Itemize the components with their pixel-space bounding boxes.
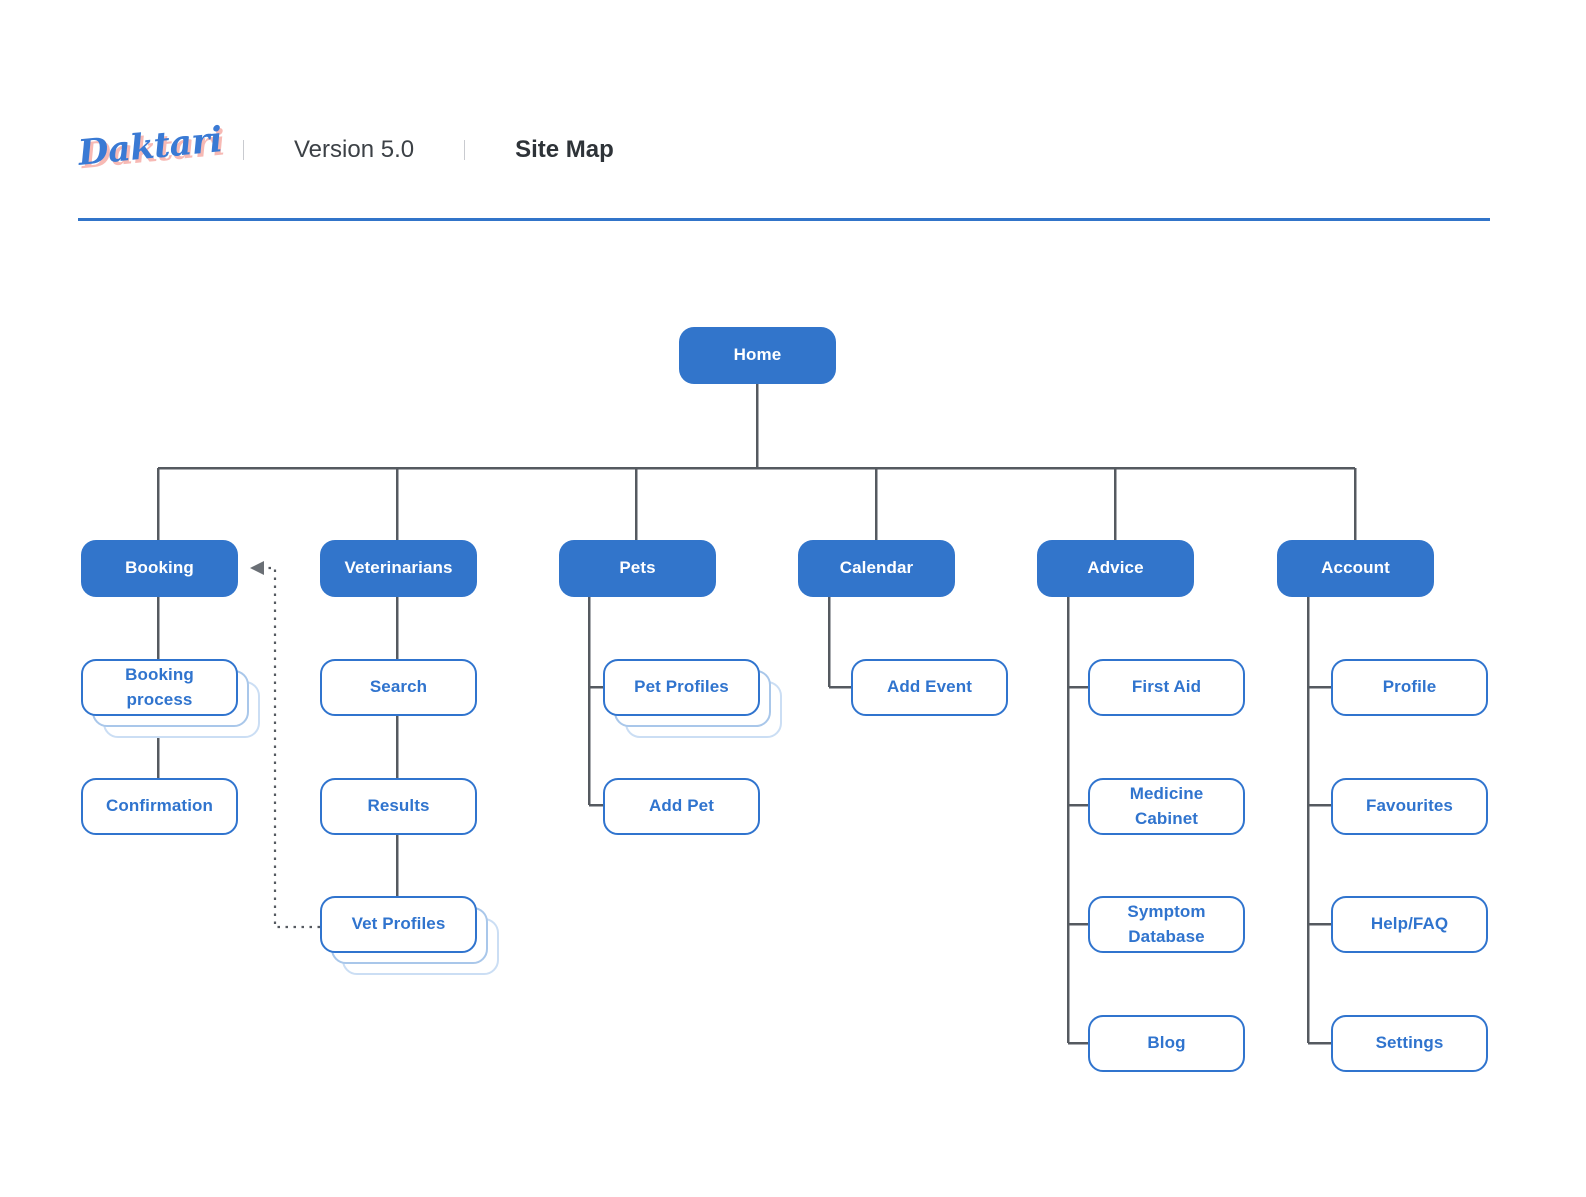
node-veterinarians[interactable]: Veterinarians — [320, 540, 477, 597]
node-label: Blog — [1147, 1033, 1186, 1053]
node-label: Help/FAQ — [1370, 914, 1449, 934]
sitemap-diagram: Home Booking Booking process Confirmatio… — [0, 0, 1586, 1197]
node-label: Calendar — [839, 558, 914, 578]
node-symptom-database[interactable]: Symptom Database — [1088, 896, 1245, 953]
node-pet-profiles-stack: Pet Profiles — [603, 659, 782, 738]
node-pets[interactable]: Pets — [559, 540, 716, 597]
node-label: Add Event — [887, 677, 972, 697]
node-label: First Aid — [1131, 677, 1202, 697]
node-search[interactable]: Search — [320, 659, 477, 716]
node-account[interactable]: Account — [1277, 540, 1434, 597]
node-label: Confirmation — [106, 796, 213, 816]
node-label: Medicine Cabinet — [1129, 783, 1204, 828]
cross-link-dotted-path — [250, 561, 320, 929]
node-medicine-cabinet[interactable]: Medicine Cabinet — [1088, 778, 1245, 835]
node-booking-process-stack: Booking process — [81, 659, 260, 738]
node-label: Favourites — [1366, 796, 1453, 816]
node-confirmation[interactable]: Confirmation — [81, 778, 238, 835]
node-results[interactable]: Results — [320, 778, 477, 835]
node-label: Symptom Database — [1127, 901, 1206, 946]
node-label: Profile — [1382, 677, 1437, 697]
node-add-pet[interactable]: Add Pet — [603, 778, 760, 835]
node-label: Vet Profiles — [351, 914, 446, 934]
node-booking-process[interactable]: Booking process — [81, 659, 238, 716]
node-booking[interactable]: Booking — [81, 540, 238, 597]
node-blog[interactable]: Blog — [1088, 1015, 1245, 1072]
node-home[interactable]: Home — [679, 327, 836, 384]
node-label: Settings — [1375, 1033, 1444, 1053]
node-settings[interactable]: Settings — [1331, 1015, 1488, 1072]
node-label: Pets — [619, 558, 656, 578]
node-add-event[interactable]: Add Event — [851, 659, 1008, 716]
node-pet-profiles[interactable]: Pet Profiles — [603, 659, 760, 716]
node-label: Results — [367, 796, 430, 816]
node-profile[interactable]: Profile — [1331, 659, 1488, 716]
node-first-aid[interactable]: First Aid — [1088, 659, 1245, 716]
node-label: Booking process — [125, 664, 194, 709]
node-label: Veterinarians — [344, 558, 453, 578]
node-label: Advice — [1087, 558, 1144, 578]
node-label: Booking — [125, 558, 194, 578]
node-label: Pet Profiles — [634, 677, 729, 697]
node-favourites[interactable]: Favourites — [1331, 778, 1488, 835]
node-label: Home — [733, 345, 782, 365]
sitemap-page: Daktari Version 5.0 Site Map Home Bookin… — [0, 0, 1586, 1197]
node-label: Account — [1321, 558, 1390, 578]
node-label: Add Pet — [649, 796, 714, 816]
node-advice[interactable]: Advice — [1037, 540, 1194, 597]
node-vet-profiles[interactable]: Vet Profiles — [320, 896, 477, 953]
node-calendar[interactable]: Calendar — [798, 540, 955, 597]
node-label: Search — [369, 677, 428, 697]
node-vet-profiles-stack: Vet Profiles — [320, 896, 499, 975]
node-help-faq[interactable]: Help/FAQ — [1331, 896, 1488, 953]
